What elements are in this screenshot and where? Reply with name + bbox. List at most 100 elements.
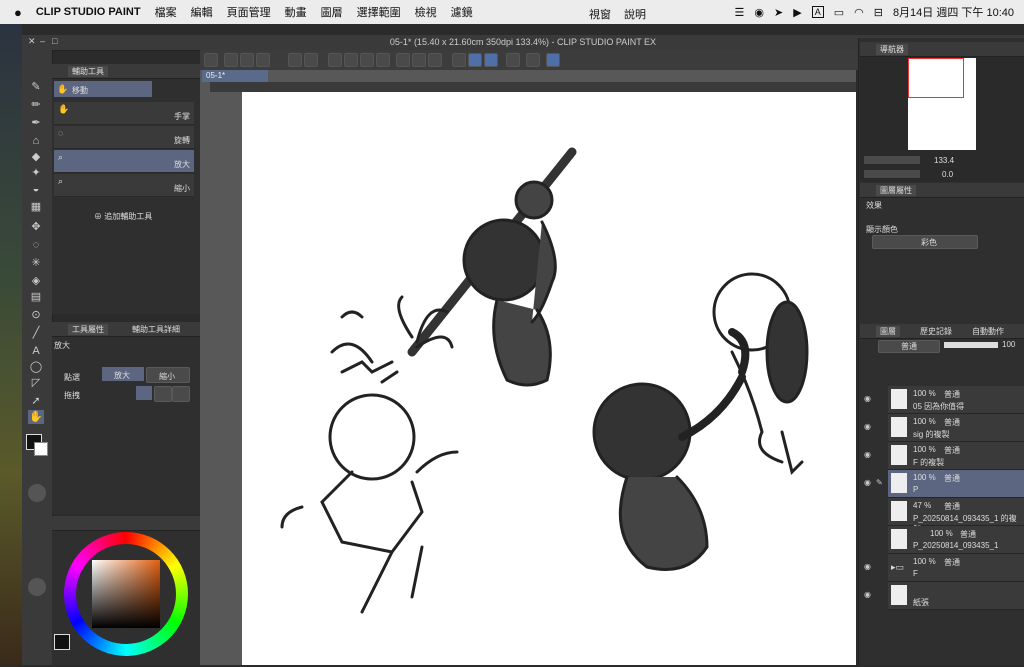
brush-density-preview[interactable]: [28, 578, 46, 596]
menu-file[interactable]: 檔案: [155, 4, 177, 20]
tray-icon[interactable]: ☰: [735, 6, 745, 19]
fill-bucket-icon[interactable]: ◈: [28, 274, 44, 288]
wifi-icon[interactable]: ◠: [854, 6, 864, 19]
sub-tool-group-move[interactable]: ✋ 移動: [54, 81, 152, 97]
decoration-icon[interactable]: ✦: [28, 166, 44, 180]
pencil-icon[interactable]: ✏: [28, 98, 44, 112]
zoom-value[interactable]: 133.4: [934, 156, 954, 165]
eye-icon[interactable]: ◉: [864, 394, 874, 403]
sub-color-swatch[interactable]: [34, 442, 48, 456]
zoom-out-option[interactable]: 縮小: [146, 367, 190, 383]
layer-row[interactable]: ◉ 100 % 普通 05 因為你值得: [864, 386, 1024, 414]
brush-size-preview[interactable]: [28, 484, 46, 502]
snap-special-ruler-icon[interactable]: [468, 53, 482, 67]
display-color-select[interactable]: 彩色: [872, 235, 978, 249]
datetime[interactable]: 8月14日 週四 下午 10:40: [893, 4, 1014, 20]
input-source-icon[interactable]: A: [811, 6, 824, 18]
eye-icon[interactable]: ◉: [864, 562, 874, 571]
menu-view[interactable]: 檢視: [415, 4, 437, 20]
menu-window[interactable]: 視窗: [589, 6, 611, 22]
opacity-value[interactable]: 100: [1002, 340, 1015, 349]
rotation-slider[interactable]: [864, 170, 920, 178]
blend-mode-select[interactable]: 普通: [878, 340, 940, 353]
lasso-icon[interactable]: ◌: [28, 238, 44, 252]
menu-layer[interactable]: 圖層: [321, 4, 343, 20]
add-sub-tool-button[interactable]: ⊕ 追加輔助工具: [94, 211, 152, 222]
undo-icon[interactable]: [288, 53, 302, 67]
control-center-icon[interactable]: ⊟: [874, 6, 883, 19]
open-file-icon[interactable]: [240, 53, 254, 67]
eye-icon[interactable]: ◉: [864, 450, 874, 459]
status-icon[interactable]: ◉: [754, 6, 764, 19]
move-layer-icon[interactable]: ✥: [28, 220, 44, 234]
main-color-swatch-small[interactable]: [54, 634, 70, 650]
canvas-paper[interactable]: [242, 92, 856, 665]
tab-layer-property[interactable]: 圖層屬性: [876, 185, 916, 196]
paper-layer-row[interactable]: ◉ 紙張: [864, 582, 1024, 610]
drag-mode-3[interactable]: [172, 386, 190, 402]
snap-ruler-icon[interactable]: [452, 53, 466, 67]
drag-mode-2[interactable]: [154, 386, 172, 402]
line-icon[interactable]: ╱: [28, 326, 44, 340]
eye-icon[interactable]: ◉: [864, 478, 874, 487]
frame-border-icon[interactable]: ◸: [28, 376, 44, 390]
snap-grid-icon[interactable]: [484, 53, 498, 67]
hand-tool-icon[interactable]: ✋: [28, 410, 44, 424]
menu-page[interactable]: 頁面管理: [227, 4, 271, 20]
menu-animation[interactable]: 動畫: [285, 4, 307, 20]
layer-row[interactable]: 100 % 普通 P_20250814_093435_1: [888, 526, 1024, 554]
new-file-icon[interactable]: [224, 53, 238, 67]
clear-outside-icon[interactable]: [344, 53, 358, 67]
apple-icon[interactable]: ●: [14, 5, 22, 20]
drag-mode-1[interactable]: [136, 386, 152, 400]
fill-icon[interactable]: [360, 53, 374, 67]
opacity-slider[interactable]: [944, 342, 998, 348]
zoom-in-option[interactable]: 放大: [102, 367, 144, 381]
clip-studio-icon[interactable]: [204, 53, 218, 67]
blend-icon[interactable]: ◒: [28, 182, 44, 196]
layer-row[interactable]: ◉ 100 % 普通 F 的複製: [864, 442, 1024, 470]
eye-icon[interactable]: ◉: [864, 590, 874, 599]
settings-icon[interactable]: [506, 53, 520, 67]
save-icon[interactable]: [256, 53, 270, 67]
pen-icon[interactable]: ✎: [28, 80, 44, 94]
tab-tool-property[interactable]: 工具屬性: [68, 324, 108, 335]
sub-tool-rotate[interactable]: ◌ 旋轉: [54, 126, 194, 149]
sub-tool-zoom-in[interactable]: ⌕ 放大: [54, 150, 194, 173]
tab-layer[interactable]: 圖層: [876, 326, 900, 337]
eyedropper-icon[interactable]: ⊙: [28, 308, 44, 322]
zoom-slider[interactable]: [864, 156, 920, 164]
layer-row-selected[interactable]: ◉ ✎ 100 % 普通 P: [864, 470, 1024, 498]
text-icon[interactable]: A: [28, 344, 44, 358]
menu-edit[interactable]: 編輯: [191, 4, 213, 20]
gradient-icon[interactable]: ▤: [28, 290, 44, 304]
invert-selection-icon[interactable]: [412, 53, 426, 67]
eraser-icon[interactable]: ◆: [28, 150, 44, 164]
navigator-viewport[interactable]: [908, 58, 964, 98]
app-menu[interactable]: CLIP STUDIO PAINT: [36, 6, 141, 18]
eye-icon[interactable]: ◉: [864, 422, 874, 431]
transform-icon[interactable]: [376, 53, 390, 67]
clear-icon[interactable]: [328, 53, 342, 67]
navigator-preview[interactable]: [908, 58, 976, 150]
balloon-icon[interactable]: ◯: [28, 360, 44, 374]
tab-history[interactable]: 歷史記錄: [916, 326, 956, 337]
deselect-icon[interactable]: [396, 53, 410, 67]
layer-row[interactable]: 47 % 普通 P_20250814_093435_1 的複製: [888, 498, 1024, 534]
menu-help[interactable]: 說明: [624, 6, 646, 22]
grid-icon[interactable]: ▦: [28, 200, 44, 214]
saturation-value-square[interactable]: [92, 560, 160, 628]
layer-folder-row[interactable]: ◉ ▸▭ 100 % 普通 F: [864, 554, 1024, 582]
tab-sub-tool[interactable]: 輔助工具: [68, 66, 108, 77]
redo-icon[interactable]: [304, 53, 318, 67]
tab-navigator[interactable]: 導航器: [876, 44, 908, 55]
auto-select-icon[interactable]: ✳: [28, 256, 44, 270]
navigation-icon[interactable]: ➤: [774, 6, 783, 19]
sub-tool-hand[interactable]: ✋ 手掌: [54, 102, 194, 125]
rotation-value[interactable]: 0.0: [942, 170, 953, 179]
document-tab[interactable]: 05-1*: [202, 70, 268, 82]
tab-sub-tool-detail[interactable]: 輔助工具詳細: [128, 324, 184, 335]
brush-icon[interactable]: ✒: [28, 116, 44, 130]
operation-icon[interactable]: ➚: [28, 394, 44, 408]
layer-row[interactable]: ◉ 100 % 普通 sig 的複製: [864, 414, 1024, 442]
